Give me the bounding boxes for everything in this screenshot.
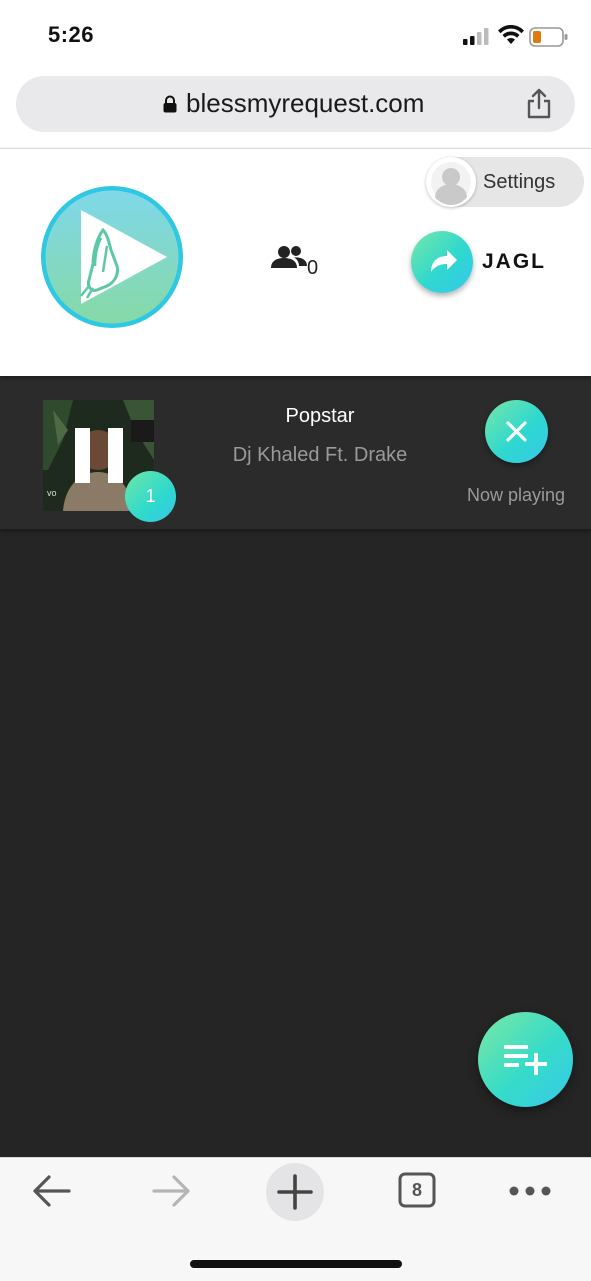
plus-icon — [277, 1174, 313, 1210]
home-indicator — [190, 1260, 402, 1268]
song-artist: Dj Khaled Ft. Drake — [232, 444, 408, 466]
more-icon[interactable] — [508, 1185, 552, 1197]
cellular-signal-icon — [463, 28, 489, 45]
close-icon — [506, 421, 527, 442]
settings-avatar-icon[interactable] — [426, 157, 476, 207]
listeners-count: 0 — [307, 257, 319, 279]
header-card: Settings 0 JAGL — [0, 148, 591, 376]
now-playing-label: Now playing — [466, 485, 566, 505]
battery-icon — [529, 27, 568, 47]
status-time: 5:26 — [48, 22, 95, 47]
listeners-icon — [271, 246, 307, 268]
svg-text:vo: vo — [47, 488, 57, 498]
new-tab-button[interactable] — [266, 1163, 324, 1221]
room-code: JAGL — [482, 250, 547, 273]
remove-song-button[interactable] — [485, 400, 548, 463]
share-icon[interactable] — [525, 88, 553, 120]
back-arrow-icon[interactable] — [29, 1172, 73, 1210]
url-text[interactable]: blessmyrequest.com — [186, 88, 424, 119]
add-to-queue-button[interactable] — [478, 1012, 573, 1107]
share-arrow-icon — [431, 250, 457, 272]
queue-position-badge: 1 — [125, 471, 176, 522]
song-title: Popstar — [285, 405, 355, 427]
lock-icon — [163, 95, 177, 113]
forward-arrow-icon[interactable] — [150, 1172, 194, 1210]
settings-label[interactable]: Settings — [483, 171, 555, 194]
pause-icon[interactable] — [75, 428, 123, 483]
tabs-count[interactable]: 8 — [398, 1172, 436, 1208]
share-room-button[interactable] — [411, 231, 473, 293]
add-to-queue-icon — [504, 1045, 547, 1075]
wifi-icon — [498, 25, 524, 44]
app-logo-icon — [41, 186, 183, 328]
